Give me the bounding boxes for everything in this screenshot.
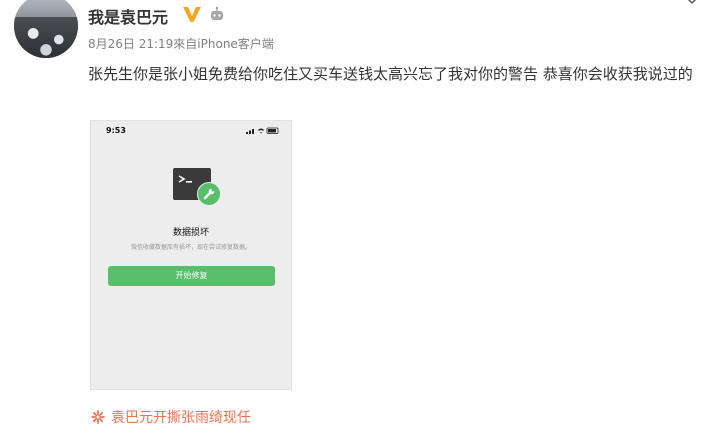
topic-link[interactable]: 袁巴元开撕张雨绮现任 (91, 407, 251, 427)
avatar[interactable] (14, 0, 78, 58)
wrench-icon (197, 182, 221, 206)
username[interactable]: 我是袁巴元 (88, 4, 168, 28)
start-repair-button[interactable]: 开始修复 (108, 266, 275, 286)
status-time: 9:53 (106, 126, 126, 135)
attached-screenshot[interactable]: 9:53 数据损坏 微信收藏数据库有损坏，现在尝试修复数据。 开始修复 (90, 120, 292, 390)
topic-flower-icon (91, 410, 105, 424)
verified-v-badge-icon[interactable] (182, 5, 202, 23)
chevron-down-icon[interactable] (684, 0, 700, 6)
post-meta: 8月26日 21:19來自iPhone客户端 (88, 37, 274, 51)
post-text: 张先生你是张小姐免费给你吃住又买车送钱太高兴忘了我对你的警告 恭喜你会收获我说过… (88, 65, 693, 83)
error-title: 数据损坏 (172, 228, 209, 238)
avatar-sea (14, 17, 78, 58)
topic-label[interactable]: 袁巴元开撕张雨绮现任 (111, 407, 251, 427)
robot-icon[interactable] (209, 6, 225, 22)
error-subtitle: 微信收藏数据库有损坏，现在尝试修复数据。 (130, 244, 251, 251)
status-icons (246, 127, 279, 134)
